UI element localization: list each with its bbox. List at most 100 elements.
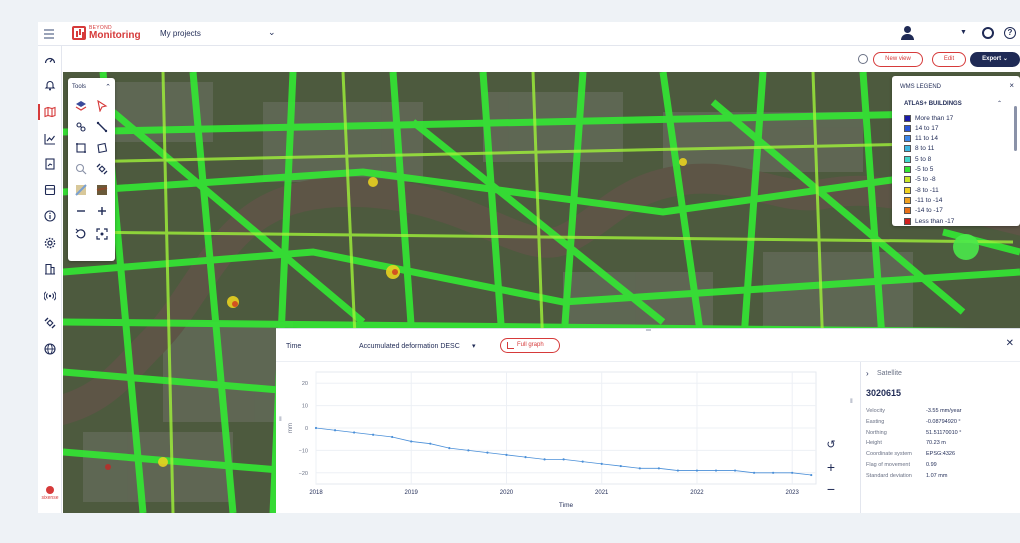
legend-item: -5 to 5 (904, 165, 933, 175)
search-icon[interactable] (73, 161, 89, 177)
rectangle-select-icon[interactable] (73, 140, 89, 156)
data-point (714, 469, 718, 472)
caret-down-icon[interactable]: ▼ (960, 29, 967, 36)
info-value: 70.23 m (926, 440, 946, 447)
reset-view-icon[interactable] (73, 226, 89, 242)
y-axis-label: mm (288, 423, 294, 433)
chevron-down-icon[interactable]: ⌄ (268, 27, 276, 38)
chart-zoom-in-icon[interactable]: + (823, 459, 839, 475)
legend-label: Less than -17 (915, 217, 955, 225)
point-id: 3020615 (866, 388, 902, 398)
data-point (352, 431, 356, 434)
legend-swatch (904, 217, 911, 225)
help-icon[interactable]: ? (1004, 27, 1016, 39)
legend-item: 8 to 11 (904, 144, 934, 154)
legend-swatch (904, 114, 911, 122)
language-globe-icon[interactable] (858, 54, 868, 64)
map-icon[interactable] (38, 104, 58, 120)
archive-icon[interactable] (42, 182, 58, 198)
info-value: 0.99 (926, 462, 937, 468)
legend-item: -8 to -11 (904, 185, 939, 195)
caret-down-icon[interactable]: ▾ (472, 342, 476, 350)
menu-icon[interactable] (44, 29, 54, 41)
full-graph-button[interactable]: Full graph (500, 338, 560, 353)
legend-label: -11 to -14 (915, 196, 943, 204)
y-tick-label: −10 (299, 448, 308, 454)
data-point (772, 471, 775, 474)
legend-item: More than 17 (904, 113, 953, 123)
measure-line-icon[interactable] (94, 119, 110, 135)
data-point (581, 460, 584, 463)
info-key: Velocity (866, 408, 885, 414)
bell-icon[interactable] (42, 77, 58, 93)
dashboard-icon[interactable] (42, 52, 58, 68)
app-logo[interactable]: BEYOND Monitoring (72, 25, 142, 43)
data-point (676, 469, 680, 472)
fullscreen-icon[interactable] (94, 226, 110, 242)
close-icon[interactable]: × (1009, 81, 1014, 90)
tools-panel: Tools ⌃ (68, 78, 115, 261)
collapse-chevron-icon[interactable]: ⌃ (997, 100, 1002, 107)
new-view-button[interactable]: New view (873, 52, 923, 67)
view-toolbar: New view Edit Export ⌄ ⋮ (62, 46, 1020, 72)
project-selector[interactable]: My projects (160, 29, 201, 38)
drag-handle-icon[interactable]: ⦀ (850, 399, 853, 406)
legend-scrollbar[interactable] (1014, 106, 1017, 151)
zoom-out-icon[interactable] (73, 203, 89, 219)
data-point (695, 469, 699, 472)
settings-icon[interactable] (42, 235, 58, 251)
x-axis-label: Time (559, 502, 574, 509)
multi-select-icon[interactable] (73, 119, 89, 135)
polygon-select-icon[interactable] (94, 140, 110, 156)
app-window: BEYOND Monitoring My projects ⌄ ▼ ? sixe… (38, 22, 1020, 513)
building-icon[interactable] (42, 261, 58, 277)
select-arrow-icon[interactable] (94, 98, 110, 114)
chevron-right-icon[interactable]: › (866, 369, 869, 378)
resize-handle-icon[interactable]: ═ (646, 327, 651, 334)
support-icon[interactable] (982, 27, 994, 39)
basemap-light-icon[interactable] (73, 182, 89, 198)
x-tick-label: 2020 (500, 490, 514, 496)
globe-icon[interactable] (42, 341, 58, 357)
dataset-selector[interactable]: Accumulated deformation DESC (359, 343, 460, 350)
collapse-chevron-icon[interactable]: ⌃ (105, 83, 111, 91)
basemap-satellite-icon[interactable] (94, 182, 110, 198)
user-avatar-icon[interactable] (900, 25, 916, 41)
edit-button[interactable]: Edit (932, 52, 966, 67)
data-point (467, 449, 470, 452)
data-point (619, 464, 622, 468)
deformation-chart[interactable]: 20 10 0 −10 −20 2018 2019 2020 2021 2022 2023 mm Tim… (276, 362, 844, 512)
info-icon[interactable] (42, 208, 58, 224)
legend-swatch (904, 155, 911, 163)
legend-label: More than 17 (915, 114, 954, 122)
data-point (486, 451, 489, 454)
info-row: Flag of movement 0.99 (866, 462, 937, 468)
legend-item: -5 to -8 (904, 175, 936, 185)
data-point (600, 462, 603, 465)
reset-chart-icon[interactable]: ↺ (823, 437, 839, 453)
chart-zoom-out-icon[interactable]: − (823, 481, 839, 497)
info-row: Coordinate system EPSG:4326 (866, 451, 955, 457)
legend-label: -5 to 5 (915, 166, 934, 173)
sensor-icon[interactable] (42, 288, 58, 304)
info-value: -3.55 mm/year (926, 408, 962, 414)
chart-icon[interactable] (42, 131, 58, 147)
info-row: Northing 51.51170010 ° (866, 430, 961, 436)
x-tick-label: 2019 (405, 490, 419, 496)
x-tick-label: 2018 (309, 490, 323, 496)
export-button[interactable]: Export ⌄ (970, 52, 1020, 67)
data-point (638, 467, 641, 470)
data-point (657, 467, 660, 470)
brand-name: sixense (41, 495, 59, 501)
satellite-tool-icon[interactable] (94, 161, 110, 177)
close-panel-icon[interactable]: ✕ (1006, 338, 1014, 349)
info-row: Easting -0.08794920 ° (866, 419, 961, 425)
report-icon[interactable] (42, 156, 58, 172)
legend-swatch (904, 207, 911, 215)
legend-label: -5 to -8 (915, 176, 936, 184)
satellite-icon[interactable] (42, 315, 58, 331)
zoom-in-icon[interactable] (94, 203, 110, 219)
layers-icon[interactable] (73, 98, 89, 114)
tools-title: Tools (72, 84, 87, 90)
legend-swatch (904, 166, 911, 173)
